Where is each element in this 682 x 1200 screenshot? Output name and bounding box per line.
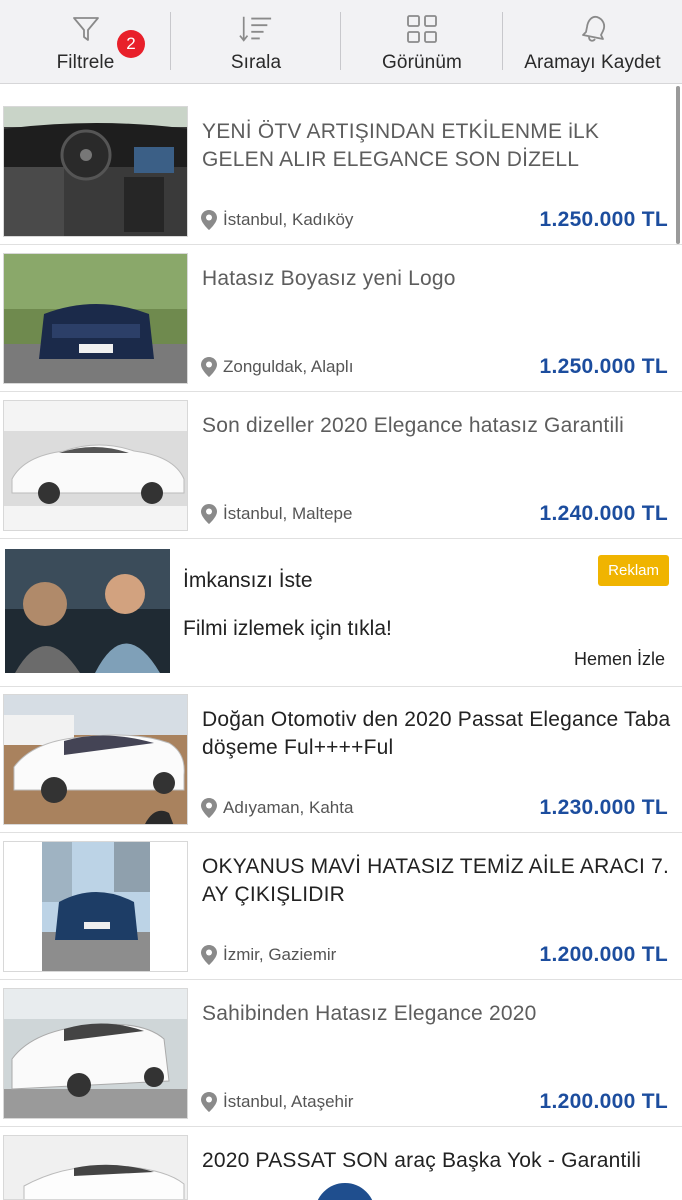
listing-photo xyxy=(3,841,188,972)
listing-location: Zonguldak, Alaplı xyxy=(201,357,353,377)
listing-item[interactable]: Son dizeller 2020 Elegance hatasız Garan… xyxy=(0,392,682,539)
ad-image xyxy=(5,549,170,673)
listing-price: 1.230.000 TL xyxy=(539,796,668,819)
location-pin-icon xyxy=(201,1092,217,1112)
listing-location: İstanbul, Maltepe xyxy=(201,504,352,524)
listing-item[interactable]: Doğan Otomotiv den 2020 Passat Elegance … xyxy=(0,686,682,833)
listing-price: 1.200.000 TL xyxy=(539,1090,668,1113)
ad-cta-link[interactable]: Hemen İzle xyxy=(574,649,665,670)
save-search-button[interactable]: Aramayı Kaydet xyxy=(503,0,682,84)
toolbar: Filtrele 2 Sırala Görünüm Aramayı Kaydet xyxy=(0,0,682,84)
listing-location: İstanbul, Kadıköy xyxy=(201,210,353,230)
listing-title: Doğan Otomotiv den 2020 Passat Elegance … xyxy=(202,708,671,759)
listing-title: Hatasız Boyasız yeni Logo xyxy=(202,267,456,290)
listing-price: 1.250.000 TL xyxy=(539,208,668,231)
listing-title: YENİ ÖTV ARTIŞINDAN ETKİLENME iLK GELEN … xyxy=(202,120,600,171)
listing-location: İzmir, Gaziemir xyxy=(201,945,336,965)
listing-item[interactable]: YENİ ÖTV ARTIŞINDAN ETKİLENME iLK GELEN … xyxy=(0,98,682,245)
location-pin-icon xyxy=(201,798,217,818)
listing-photo xyxy=(3,694,188,825)
location-text: Adıyaman, Kahta xyxy=(223,798,354,817)
listing-location: Adıyaman, Kahta xyxy=(201,798,353,818)
location-text: İstanbul, Maltepe xyxy=(223,504,353,523)
listing-photo xyxy=(3,253,188,384)
ad-banner[interactable]: İmkansızı İste Filmi izlemek için tıkla!… xyxy=(0,539,682,687)
listing-photo xyxy=(3,1135,188,1200)
sort-icon xyxy=(239,12,273,46)
listing-item[interactable]: OKYANUS MAVİ HATASIZ TEMİZ AİLE ARACI 7.… xyxy=(0,833,682,980)
view-label: Görünüm xyxy=(382,52,462,73)
listing-price: 1.250.000 TL xyxy=(539,355,668,378)
filter-label: Filtrele xyxy=(56,52,115,73)
filter-icon xyxy=(69,12,103,46)
listing-title: OKYANUS MAVİ HATASIZ TEMİZ AİLE ARACI 7.… xyxy=(202,855,669,906)
save-search-label: Aramayı Kaydet xyxy=(524,52,661,73)
listing-location: İstanbul, Ataşehir xyxy=(201,1092,353,1112)
sort-label: Sırala xyxy=(230,52,282,73)
location-pin-icon xyxy=(201,945,217,965)
location-text: İstanbul, Ataşehir xyxy=(223,1092,354,1111)
view-button[interactable]: Görünüm xyxy=(341,0,503,84)
listing-photo xyxy=(3,106,188,237)
location-pin-icon xyxy=(201,357,217,377)
listing-item[interactable]: Sahibinden Hatasız Elegance 2020 İstanbu… xyxy=(0,980,682,1127)
sort-button[interactable]: Sırala xyxy=(171,0,341,84)
listing-price: 1.240.000 TL xyxy=(539,502,668,525)
ad-badge: Reklam xyxy=(598,555,669,586)
bell-icon xyxy=(576,12,610,46)
listing-photo xyxy=(3,988,188,1119)
listing-title: Son dizeller 2020 Elegance hatasız Garan… xyxy=(202,414,625,437)
location-pin-icon xyxy=(201,504,217,524)
filter-count-badge: 2 xyxy=(117,30,145,58)
location-text: İzmir, Gaziemir xyxy=(223,945,337,964)
filter-button[interactable]: Filtrele 2 xyxy=(0,0,171,84)
ad-subtitle: Filmi izlemek için tıkla! xyxy=(183,617,392,640)
listing-price: 1.200.000 TL xyxy=(539,943,668,966)
grid-icon xyxy=(405,12,439,46)
location-text: İstanbul, Kadıköy xyxy=(223,210,354,229)
ad-title: İmkansızı İste xyxy=(183,569,313,592)
listing-title: Sahibinden Hatasız Elegance 2020 xyxy=(202,1002,537,1025)
listing-title: 2020 PASSAT SON araç Başka Yok - Garanti… xyxy=(202,1149,642,1172)
listing-photo xyxy=(3,400,188,531)
location-pin-icon xyxy=(201,210,217,230)
location-text: Zonguldak, Alaplı xyxy=(223,357,354,376)
listing-item[interactable]: Hatasız Boyasız yeni Logo Zonguldak, Ala… xyxy=(0,245,682,392)
